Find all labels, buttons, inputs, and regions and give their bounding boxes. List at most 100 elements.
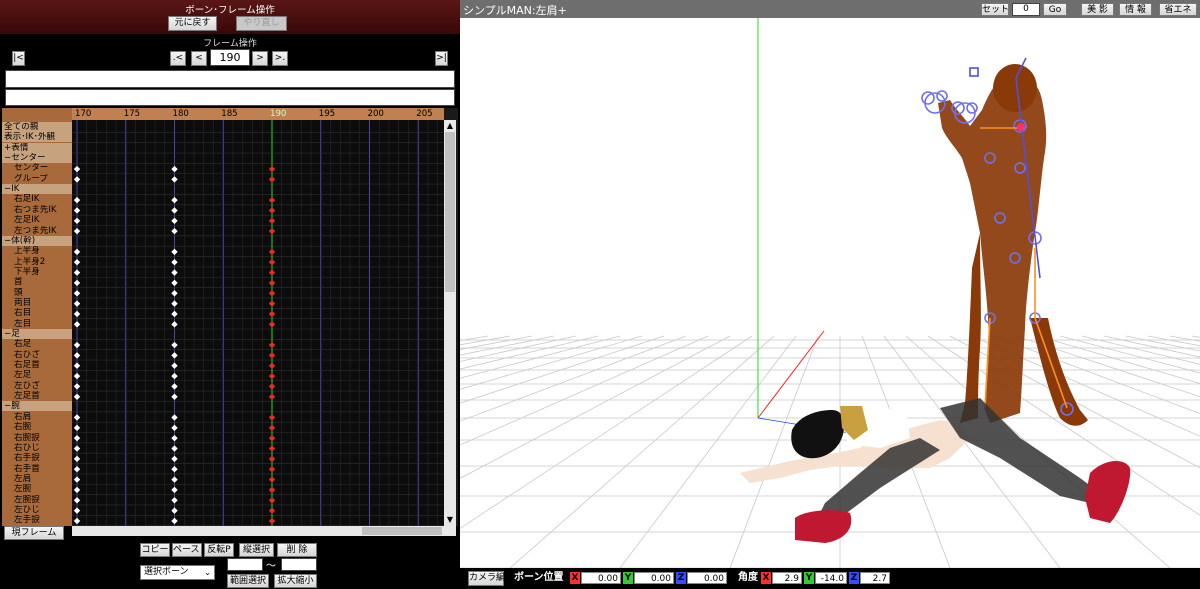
- bone-row-label[interactable]: 右腕: [2, 422, 72, 432]
- bone-row-label[interactable]: 左つま先IK: [2, 226, 72, 236]
- keyframe-diamond[interactable]: [268, 517, 276, 525]
- bone-row-label[interactable]: 左足首: [2, 391, 72, 401]
- keyframe-diamond[interactable]: [268, 424, 276, 432]
- keyframe-diamond[interactable]: [268, 362, 276, 369]
- keyframe-diamond[interactable]: [268, 176, 276, 183]
- redo-button[interactable]: やり直し: [236, 16, 287, 31]
- set-frame-input[interactable]: 0: [1012, 3, 1040, 16]
- keyframe-diamond[interactable]: [171, 217, 178, 225]
- pos-x-input[interactable]: 0.00: [581, 572, 621, 584]
- keyframe-diamond[interactable]: [171, 455, 178, 463]
- vertical-scroll-thumb[interactable]: [445, 132, 455, 292]
- keyframe-diamond[interactable]: [268, 486, 276, 494]
- keyframe-diamond[interactable]: [171, 497, 178, 504]
- keyframe-diamond[interactable]: [268, 217, 276, 225]
- keyframe-diamond[interactable]: [73, 321, 81, 328]
- 3d-scene[interactable]: [460, 18, 1200, 568]
- timeline-horizontal-scrollbar[interactable]: [72, 526, 456, 536]
- keyframe-diamond[interactable]: [73, 165, 81, 173]
- keyframe-diamond[interactable]: [171, 424, 178, 432]
- keyframe-diamond[interactable]: [268, 269, 276, 276]
- scroll-up-icon[interactable]: ▲: [445, 122, 455, 130]
- keyframe-diamond[interactable]: [171, 279, 178, 287]
- bone-row-label[interactable]: −足: [2, 329, 72, 339]
- keyframe-diamond[interactable]: [171, 341, 178, 349]
- keyframe-diamond[interactable]: [171, 259, 178, 266]
- bone-row-label[interactable]: グループ: [2, 174, 72, 184]
- keyframe-diamond[interactable]: [73, 455, 81, 463]
- horizontal-scroll-thumb[interactable]: [362, 527, 442, 535]
- keyframe-diamond[interactable]: [73, 227, 81, 235]
- bone-row-label[interactable]: 左足: [2, 370, 72, 380]
- keyframe-diamond[interactable]: [268, 300, 276, 307]
- range-to-input[interactable]: [281, 558, 317, 571]
- keyframe-diamond[interactable]: [268, 196, 276, 204]
- bone-row-label[interactable]: 右ひじ: [2, 443, 72, 453]
- prev-frame-button[interactable]: <: [191, 51, 207, 66]
- keyframe-diamond[interactable]: [171, 434, 178, 442]
- keyframe-diamond[interactable]: [268, 466, 276, 473]
- bone-row-label[interactable]: 右手捩: [2, 453, 72, 463]
- bone-row-label[interactable]: 左目: [2, 319, 72, 329]
- last-frame-button[interactable]: >|: [435, 51, 448, 66]
- bone-row-label[interactable]: 上半身: [2, 246, 72, 256]
- keyframe-diamond[interactable]: [73, 414, 81, 421]
- keyframe-diamond[interactable]: [73, 466, 81, 473]
- zoom-button[interactable]: 拡大縮小: [274, 574, 317, 588]
- keyframe-diamond[interactable]: [171, 310, 178, 318]
- keyframe-diamond[interactable]: [171, 176, 178, 183]
- keyframe-diamond[interactable]: [73, 424, 81, 432]
- keyframe-diamond[interactable]: [73, 310, 81, 318]
- scroll-down-icon[interactable]: ▼: [445, 516, 455, 524]
- camera-edit-button[interactable]: カメラ編: [468, 571, 505, 586]
- delete-button[interactable]: 削 除: [277, 543, 317, 557]
- rot-y-input[interactable]: -14.0: [815, 572, 847, 584]
- bone-row-label[interactable]: 右ひざ: [2, 350, 72, 360]
- keyframe-diamond[interactable]: [268, 227, 276, 235]
- bone-row-label[interactable]: 左ひじ: [2, 505, 72, 515]
- keyframe-diamond[interactable]: [268, 434, 276, 442]
- keyframe-diamond[interactable]: [268, 259, 276, 266]
- next-frame-button[interactable]: >: [252, 51, 268, 66]
- keyframe-diamond[interactable]: [73, 362, 81, 369]
- keyframe-diamond[interactable]: [268, 207, 276, 214]
- keyframe-diamond[interactable]: [73, 352, 81, 359]
- bone-row-label[interactable]: 右足IK: [2, 194, 72, 204]
- keyframe-diamond[interactable]: [268, 372, 276, 380]
- bone-row-label[interactable]: 上半身2: [2, 257, 72, 267]
- keyframe-diamond[interactable]: [171, 362, 178, 369]
- frame-ruler[interactable]: 170 175 180 185 190 195 200 205: [72, 108, 444, 120]
- shadow-button[interactable]: 美 影: [1081, 3, 1114, 16]
- go-button[interactable]: Go: [1043, 3, 1067, 16]
- keyframe-diamond[interactable]: [171, 414, 178, 421]
- bone-row-label[interactable]: +表情: [2, 142, 72, 153]
- keyframe-diamond[interactable]: [268, 248, 276, 256]
- keyframe-diamond[interactable]: [171, 227, 178, 235]
- first-frame-button[interactable]: |<: [12, 51, 25, 66]
- keyframe-diamond[interactable]: [268, 393, 276, 400]
- bone-row-label[interactable]: 下半身: [2, 267, 72, 277]
- keyframe-grid[interactable]: [72, 120, 444, 526]
- bone-row-label[interactable]: 右腕捩: [2, 433, 72, 443]
- keyframe-diamond[interactable]: [171, 445, 178, 452]
- keyframe-diamond[interactable]: [171, 165, 178, 173]
- bone-row-label[interactable]: 右足首: [2, 360, 72, 370]
- interpolation-box-2[interactable]: [5, 89, 455, 106]
- keyframe-diamond[interactable]: [73, 259, 81, 266]
- keyframe-diamond[interactable]: [73, 497, 81, 504]
- bone-row-label[interactable]: 表示･IK･外観: [2, 132, 72, 143]
- bone-row-label[interactable]: 左腕: [2, 484, 72, 494]
- keyframe-diamond[interactable]: [171, 352, 178, 359]
- bone-row-label[interactable]: センター: [2, 163, 72, 173]
- keyframe-diamond[interactable]: [73, 248, 81, 256]
- keyframe-diamond[interactable]: [268, 455, 276, 463]
- bone-row-label[interactable]: −IK: [2, 184, 72, 195]
- keyframe-diamond[interactable]: [73, 300, 81, 307]
- keyframe-diamond[interactable]: [171, 476, 178, 483]
- interpolation-box-1[interactable]: [5, 70, 455, 88]
- info-button[interactable]: 情 報: [1119, 3, 1152, 16]
- rot-z-input[interactable]: 2.7: [860, 572, 890, 584]
- frame-number-input[interactable]: 190: [210, 49, 250, 66]
- bone-row-label[interactable]: 頭: [2, 288, 72, 298]
- keyframe-diamond[interactable]: [171, 300, 178, 307]
